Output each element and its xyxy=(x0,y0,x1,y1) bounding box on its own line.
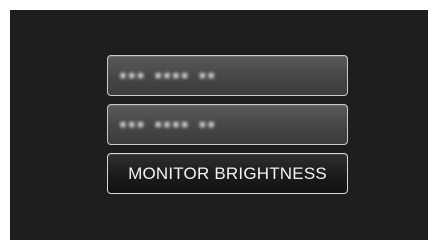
monitor-brightness-button[interactable]: MONITOR BRIGHTNESS xyxy=(107,153,348,194)
monitor-brightness-label: MONITOR BRIGHTNESS xyxy=(128,163,327,183)
camera-lcd-screen: ▪▪▪ ▪▪▪▪ ▪▪ ▪▪▪ ▪▪▪▪ ▪▪ MONITOR BRIGHTNE… xyxy=(10,10,428,240)
menu-item-blurred-1[interactable]: ▪▪▪ ▪▪▪▪ ▪▪ xyxy=(107,55,348,96)
menu-item-label: ▪▪▪ ▪▪▪▪ ▪▪ xyxy=(119,68,217,83)
menu-item-label: ▪▪▪ ▪▪▪▪ ▪▪ xyxy=(119,117,217,132)
settings-menu: ▪▪▪ ▪▪▪▪ ▪▪ ▪▪▪ ▪▪▪▪ ▪▪ MONITOR BRIGHTNE… xyxy=(107,55,348,202)
menu-item-blurred-2[interactable]: ▪▪▪ ▪▪▪▪ ▪▪ xyxy=(107,104,348,145)
